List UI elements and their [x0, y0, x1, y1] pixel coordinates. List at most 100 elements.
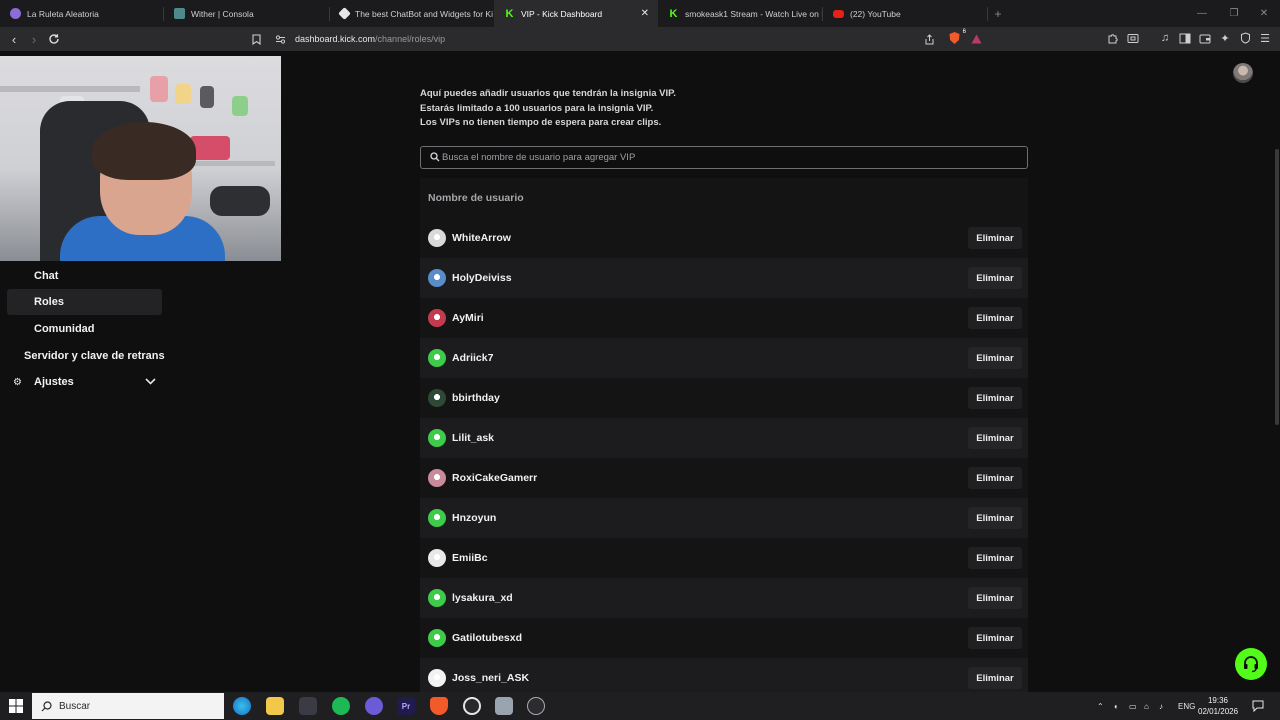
sidebar-item-label: Chat: [34, 270, 59, 282]
media-icon[interactable]: ♫: [1158, 31, 1172, 45]
reload-icon[interactable]: [44, 27, 64, 51]
site-settings-icon[interactable]: [273, 32, 287, 46]
remove-vip-button[interactable]: Eliminar: [968, 347, 1022, 369]
restore-icon[interactable]: ❐: [1218, 0, 1250, 27]
table-row: HolyDeiviss Eliminar: [420, 258, 1028, 298]
sidebar-item-comunidad[interactable]: Comunidad: [7, 316, 162, 342]
scrollbar-thumb[interactable]: [1275, 149, 1279, 425]
table-row: Hnzoyun Eliminar: [420, 498, 1028, 538]
network-icon[interactable]: ⌂: [1144, 702, 1149, 711]
premiere-icon[interactable]: Pr: [397, 697, 415, 715]
shields-count: 6: [962, 29, 966, 35]
brave-rewards-icon[interactable]: [969, 32, 983, 46]
username[interactable]: Adriick7: [452, 352, 493, 364]
bookmark-icon[interactable]: [249, 32, 263, 46]
username[interactable]: EmiiBc: [452, 552, 488, 564]
username[interactable]: WhiteArrow: [452, 232, 511, 244]
username[interactable]: HolyDeiviss: [452, 272, 512, 284]
language-indicator[interactable]: ENG: [1178, 702, 1195, 711]
address-bar[interactable]: dashboard.kick.com/channel/roles/vip 6: [246, 29, 992, 49]
username[interactable]: RoxiCakeGamerr: [452, 472, 537, 484]
tray-chevron-icon[interactable]: ⌃: [1097, 702, 1104, 711]
extensions-icon[interactable]: [1106, 31, 1120, 45]
remove-vip-button[interactable]: Eliminar: [968, 507, 1022, 529]
page-scrollbar[interactable]: [1274, 51, 1280, 692]
tab-smokeask1-stream[interactable]: K smokeask1 Stream - Watch Live on K: [658, 0, 822, 27]
remove-vip-button[interactable]: Eliminar: [968, 307, 1022, 329]
taskbar-clock[interactable]: 19:36 02/01/2026: [1198, 695, 1238, 717]
remove-vip-button[interactable]: Eliminar: [968, 587, 1022, 609]
vip-search-input[interactable]: [442, 149, 1002, 166]
discord-icon[interactable]: [365, 697, 383, 715]
support-chat-button[interactable]: [1235, 648, 1267, 680]
vip-search-box[interactable]: [420, 146, 1028, 169]
kick-logo-icon: K: [505, 7, 514, 20]
sidebar-toggle-icon[interactable]: [1178, 31, 1192, 45]
vpn-icon[interactable]: [1238, 31, 1252, 45]
roulette-icon: [10, 8, 21, 19]
sidebar-item-chat[interactable]: Chat: [7, 263, 162, 289]
file-explorer-icon[interactable]: [266, 697, 284, 715]
brave-icon[interactable]: [430, 697, 448, 715]
leo-ai-icon[interactable]: ✦: [1218, 31, 1232, 45]
share-icon[interactable]: [922, 32, 936, 46]
store-icon[interactable]: [299, 697, 317, 715]
tray-app-icon[interactable]: ◐: [1114, 702, 1119, 711]
username[interactable]: bbirthday: [452, 392, 500, 404]
chevron-down-icon[interactable]: [145, 377, 156, 388]
remove-vip-button[interactable]: Eliminar: [968, 427, 1022, 449]
close-window-icon[interactable]: ✕: [1248, 0, 1280, 27]
tab-la-ruleta[interactable]: La Ruleta Aleatoria: [0, 0, 163, 27]
table-row: AyMiri Eliminar: [420, 298, 1028, 338]
tab-youtube[interactable]: (22) YouTube: [823, 0, 987, 27]
sidebar-item-ajustes[interactable]: ⚙ Ajustes: [7, 369, 162, 395]
remove-vip-button[interactable]: Eliminar: [968, 267, 1022, 289]
username[interactable]: Hnzoyun: [452, 512, 496, 524]
new-tab-plus-icon[interactable]: +: [988, 7, 1008, 21]
remove-vip-button[interactable]: Eliminar: [968, 387, 1022, 409]
screenshot-icon[interactable]: [1126, 31, 1140, 45]
close-icon[interactable]: ✕: [641, 8, 649, 19]
table-row: lysakura_xd Eliminar: [420, 578, 1028, 618]
minimize-icon[interactable]: —: [1186, 0, 1218, 27]
edge-icon[interactable]: [233, 697, 251, 715]
tab-wither-consola[interactable]: Wither | Consola: [164, 0, 329, 27]
profile-avatar[interactable]: [1233, 63, 1253, 83]
wallet-icon[interactable]: [1198, 31, 1212, 45]
windows-start-icon[interactable]: [9, 699, 23, 713]
user-avatar: [428, 309, 446, 327]
remove-vip-button[interactable]: Eliminar: [968, 627, 1022, 649]
forward-icon[interactable]: ›: [24, 27, 44, 51]
sidebar-item-servidor[interactable]: Servidor y clave de retrans: [7, 343, 177, 369]
sidebar-item-roles[interactable]: Roles: [7, 289, 162, 315]
menu-icon[interactable]: ☰: [1258, 31, 1272, 45]
app-icon[interactable]: [495, 697, 513, 715]
username[interactable]: Joss_neri_ASK: [452, 672, 529, 684]
notifications-icon[interactable]: [1252, 700, 1264, 712]
tab-label: smokeask1 Stream - Watch Live on K: [685, 8, 822, 19]
streamer-app-icon[interactable]: [527, 697, 545, 715]
table-row: Adriick7 Eliminar: [420, 338, 1028, 378]
username[interactable]: lysakura_xd: [452, 592, 513, 604]
remove-vip-button[interactable]: Eliminar: [968, 547, 1022, 569]
volume-icon[interactable]: ♪: [1159, 702, 1163, 711]
username[interactable]: AyMiri: [452, 312, 484, 324]
taskbar-search[interactable]: Buscar: [32, 693, 224, 719]
remove-vip-button[interactable]: Eliminar: [968, 667, 1022, 689]
url-text[interactable]: dashboard.kick.com/channel/roles/vip: [295, 34, 445, 44]
obs-icon[interactable]: [463, 697, 481, 715]
remove-vip-button[interactable]: Eliminar: [968, 467, 1022, 489]
browser-toolbar: ‹ › dashboard.kick.com/channel/roles/vip…: [0, 27, 1280, 51]
back-icon[interactable]: ‹: [4, 27, 24, 51]
remove-vip-button[interactable]: Eliminar: [968, 227, 1022, 249]
username[interactable]: Gatilotubesxd: [452, 632, 522, 644]
spotify-icon[interactable]: [332, 697, 350, 715]
search-icon: [41, 701, 52, 712]
webcam-figure: [190, 136, 230, 160]
battery-icon[interactable]: ▭: [1129, 702, 1137, 711]
tab-vip-kick-dashboard[interactable]: K VIP - Kick Dashboard ✕: [494, 0, 658, 27]
tab-botrix[interactable]: The best ChatBot and Widgets for Ki: [330, 0, 494, 27]
username[interactable]: Lilit_ask: [452, 432, 494, 444]
kick-logo-icon: K: [669, 7, 678, 20]
brave-shields-icon[interactable]: 6: [946, 29, 966, 45]
